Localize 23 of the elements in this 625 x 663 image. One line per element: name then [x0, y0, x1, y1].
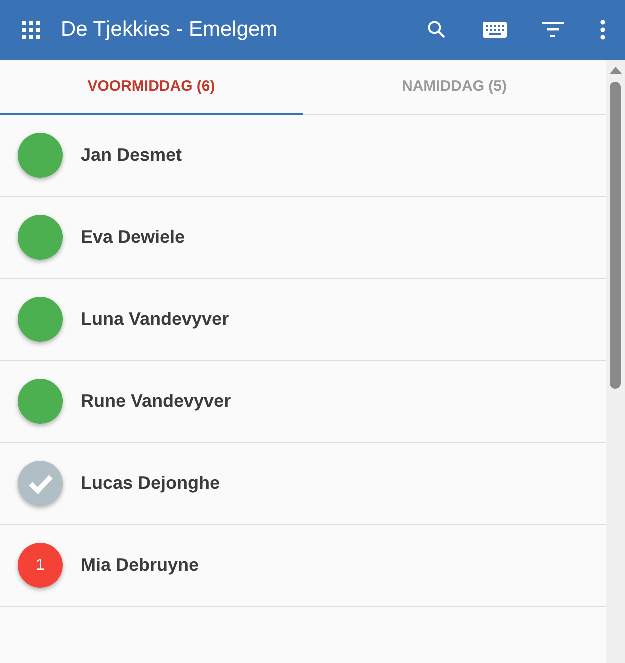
scroll-up-arrow[interactable] [610, 67, 622, 74]
child-name: Mia Debruyne [81, 555, 200, 576]
child-name: Eva Dewiele [81, 227, 186, 248]
child-name: Rune Vandevyver [81, 391, 232, 412]
keyboard-icon [483, 22, 507, 38]
status-circle[interactable] [18, 297, 63, 342]
scrollbar-thumb[interactable] [610, 82, 621, 389]
status-circle[interactable] [18, 215, 63, 260]
status-circle[interactable] [18, 133, 63, 178]
child-name: Lucas Dejonghe [81, 473, 220, 494]
app-title: De Tjekkies - Emelgem [61, 18, 279, 42]
more-icon [600, 20, 606, 40]
filter-icon [542, 22, 564, 38]
child-name: Luna Vandevyver [81, 309, 230, 330]
apps-grid-icon[interactable] [21, 20, 41, 40]
tab[interactable]: NAMIDDAG (5) [303, 60, 606, 115]
checked-status-circle[interactable] [18, 461, 63, 506]
search-icon [426, 19, 448, 41]
status-circle[interactable] [18, 379, 63, 424]
tab[interactable]: VOORMIDDAG (6) [0, 60, 303, 115]
count-badge[interactable]: 1 [18, 543, 63, 588]
child-name: Jan Desmet [81, 145, 182, 166]
check-icon [28, 474, 54, 494]
